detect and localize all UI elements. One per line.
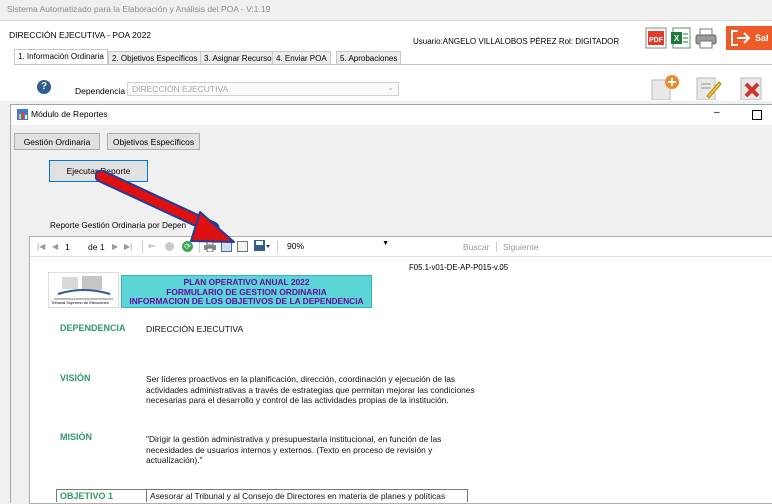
tab-objetivos-especificos[interactable]: 2. Objetivos Específicos [108, 51, 202, 65]
vision-heading: VISIÓN [60, 373, 91, 383]
annotation-arrow [95, 170, 235, 243]
chevron-down-icon: ⌄ [387, 83, 394, 92]
dependencia-value: DIRECCIÓN EJECUTIVA [132, 84, 229, 94]
report-header-box: PLAN OPERATIVO ANUAL 2022 FORMULARIO DE … [121, 275, 372, 308]
next-link[interactable]: Siguiente [503, 242, 538, 252]
user-info: Usuario:ANGELO VILLALOBOS PÉREZ Rol: DIG… [413, 37, 620, 46]
exit-label: Sal [755, 33, 769, 43]
dependencia-text: DIRECCIÓN EJECUTIVA [146, 324, 244, 334]
search-link[interactable]: Buscar [463, 242, 489, 252]
objetivo-heading: OBJETIVO 1 [60, 491, 114, 501]
toolbar-separator-3 [277, 241, 278, 253]
delete-icon[interactable] [737, 74, 767, 101]
dependencia-select[interactable]: DIRECCIÓN EJECUTIVA ⌄ [127, 82, 399, 96]
svg-text:PDF: PDF [649, 37, 664, 44]
tab-informacion-ordinaria[interactable]: 1. Información Ordinaria [14, 49, 108, 65]
export-icon[interactable] [254, 240, 270, 252]
tab-aprobaciones[interactable]: 5. Aprobaciones [336, 51, 402, 65]
report-app-icon [17, 109, 28, 120]
excel-icon[interactable]: X [670, 27, 692, 49]
report-code: F05.1-v01-DE-AP-P015-v.05 [409, 263, 509, 272]
exit-button[interactable]: Sal [726, 26, 772, 50]
zoom-select[interactable]: 90% ▼ [283, 239, 395, 253]
report-logo-text: Tribunal Supremo de Elecciones [51, 300, 109, 305]
first-page-icon[interactable]: |◀ [37, 242, 45, 251]
tab-asignar-recursos[interactable]: 3. Asignar Recursos [200, 51, 280, 65]
prev-page-icon[interactable]: ◀ [52, 242, 58, 251]
page-number-input[interactable]: 1 [65, 242, 70, 252]
tab-strip-line [14, 64, 772, 65]
tab-enviar-poa[interactable]: 4. Enviar POA [272, 51, 331, 65]
zoom-dropdown-icon: ▼ [382, 240, 389, 247]
print-icon[interactable] [695, 27, 717, 49]
report-header-line-3: INFORMACION DE LOS OBJETIVOS DE LA DEPEN… [129, 296, 364, 306]
search-separator [496, 242, 497, 252]
vision-text: Ser líderes proactivos en la planificaci… [146, 374, 475, 405]
exit-icon [731, 30, 751, 46]
report-logo: Tribunal Supremo de Elecciones [47, 271, 120, 309]
add-icon[interactable] [650, 74, 680, 101]
modal-title: Módulo de Reportes [31, 109, 108, 119]
svg-text:X: X [674, 34, 680, 43]
dependencia-label: Dependencia [75, 86, 126, 96]
objetivos-especificos-button[interactable]: Objetivos Específicos [107, 133, 200, 150]
gestion-ordinaria-button[interactable]: Gestión Ordinaria [14, 133, 100, 150]
mision-heading: MISIÓN [60, 432, 93, 442]
dependencia-heading: DEPENDENCIA [60, 323, 126, 333]
maximize-button[interactable] [752, 110, 762, 120]
edit-icon[interactable] [693, 74, 723, 101]
minimize-button[interactable]: – [714, 107, 720, 118]
objetivo-text: Asesorar al Tribunal y al Consejo de Dir… [150, 491, 446, 501]
help-icon[interactable]: ? [37, 80, 51, 94]
app-title: Sistema Automatizado para la Elaboración… [7, 4, 271, 14]
context-label: DIRECCIÓN EJECUTIVA - POA 2022 [9, 30, 152, 40]
mision-text: "Dirigir la gestión administrativa y pre… [146, 434, 442, 465]
pdf-icon[interactable]: PDF [645, 27, 667, 49]
zoom-value: 90% [287, 241, 305, 251]
modal-titlebar [11, 105, 772, 125]
objetivo-divider [146, 489, 147, 502]
